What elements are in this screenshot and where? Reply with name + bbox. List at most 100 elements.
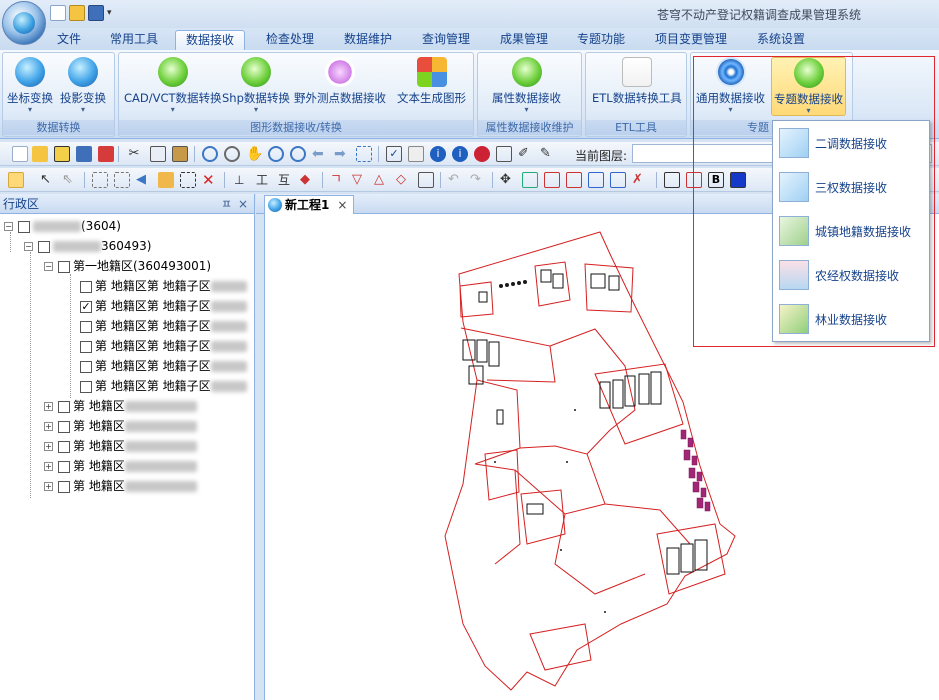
- collapse-icon[interactable]: −: [24, 242, 33, 251]
- zoom-out-icon[interactable]: [290, 146, 306, 162]
- node-edit-icon[interactable]: [522, 172, 538, 188]
- tab-results[interactable]: 成果管理: [490, 30, 558, 50]
- tree-checkbox[interactable]: [18, 220, 30, 233]
- pointer-icon[interactable]: ↖: [40, 172, 56, 188]
- save-icon[interactable]: [76, 146, 92, 162]
- align-icon[interactable]: 工: [256, 172, 272, 188]
- delete-x-icon[interactable]: ✕: [202, 172, 218, 188]
- forward-arrow-icon[interactable]: ➡: [334, 146, 350, 162]
- menu-item-farm-rights[interactable]: 农经权数据接收: [773, 253, 929, 297]
- tree-checkbox[interactable]: [38, 240, 50, 253]
- tree-node[interactable]: − (3604): [4, 216, 121, 236]
- redo-icon[interactable]: ↷: [470, 172, 486, 188]
- tab-project-change[interactable]: 项目变更管理: [645, 30, 737, 50]
- diamond-icon[interactable]: ◇: [396, 172, 412, 188]
- tree-node[interactable]: −360493): [24, 236, 152, 256]
- tab-topic[interactable]: 专题功能: [567, 30, 635, 50]
- application-menu-button[interactable]: [2, 1, 46, 45]
- tree-node[interactable]: 第 地籍区第 地籍子区: [80, 336, 247, 356]
- undo-icon[interactable]: ↶: [448, 172, 464, 188]
- tree-checkbox[interactable]: [58, 260, 70, 273]
- measure-icon[interactable]: ⊥: [234, 172, 250, 188]
- tree-checkbox[interactable]: [58, 460, 70, 473]
- menu-item-erdiao[interactable]: 二调数据接收: [773, 121, 929, 165]
- tree-checkbox-checked[interactable]: ✓: [80, 300, 92, 313]
- full-extent-icon[interactable]: [356, 146, 372, 162]
- tree-node[interactable]: 第 地籍区第 地籍子区: [80, 356, 247, 376]
- expand-icon[interactable]: +: [44, 482, 53, 491]
- menu-item-forestry[interactable]: 林业数据接收: [773, 297, 929, 341]
- triangle-down-icon[interactable]: ▽: [352, 172, 368, 188]
- tree-checkbox[interactable]: [58, 440, 70, 453]
- tree-node[interactable]: + 第 地籍区: [44, 416, 197, 436]
- tab-settings[interactable]: 系统设置: [747, 30, 815, 50]
- tree-node[interactable]: + 第 地籍区: [44, 396, 197, 416]
- tree-checkbox[interactable]: [58, 400, 70, 413]
- expand-icon[interactable]: +: [44, 442, 53, 451]
- copy-icon[interactable]: [150, 146, 166, 162]
- new-file-icon[interactable]: [50, 5, 66, 21]
- back-arrow-icon[interactable]: ⬅: [312, 146, 328, 162]
- field-point-receive-button[interactable]: 野外测点数据接收: [294, 57, 386, 106]
- projection-transform-button[interactable]: 投影变换 ▾: [60, 57, 106, 114]
- pan-hand-icon[interactable]: ✋: [246, 146, 263, 162]
- tree-node[interactable]: + 第 地籍区: [44, 456, 197, 476]
- attribute-receive-button[interactable]: 属性数据接收 ▾: [492, 57, 561, 114]
- tree-checkbox[interactable]: [80, 360, 92, 373]
- tree-checkbox[interactable]: [80, 320, 92, 333]
- close-tab-icon[interactable]: ×: [337, 198, 347, 212]
- tree-node[interactable]: 第 地籍区第 地籍子区: [80, 276, 247, 296]
- tree-node[interactable]: 第 地籍区第 地籍子区: [80, 316, 247, 336]
- zoom-icon[interactable]: [202, 146, 218, 162]
- text-to-graphic-button[interactable]: 文本生成图形: [397, 57, 466, 106]
- pen-icon[interactable]: ✎: [540, 146, 556, 162]
- tab-maintenance[interactable]: 数据维护: [334, 30, 402, 50]
- box-select-icon[interactable]: [92, 172, 108, 188]
- tree-node[interactable]: 第 地籍区第 地籍子区: [80, 376, 247, 396]
- move-icon[interactable]: ✥: [500, 172, 516, 188]
- paste-feature-icon[interactable]: [610, 172, 626, 188]
- qat-dropdown-icon[interactable]: ▾: [107, 5, 115, 21]
- cad-vct-convert-button[interactable]: CAD/VCT数据转换 ▾: [124, 57, 222, 114]
- box-select-alt-icon[interactable]: [114, 172, 130, 188]
- tree-node[interactable]: + 第 地籍区: [44, 476, 197, 496]
- tree-checkbox[interactable]: [80, 280, 92, 293]
- expand-icon[interactable]: +: [44, 462, 53, 471]
- zoom-extent-icon[interactable]: [224, 146, 240, 162]
- close-panel-icon[interactable]: ×: [238, 194, 248, 214]
- etl-convert-button[interactable]: ETL数据转换工具: [592, 57, 682, 106]
- tree-checkbox[interactable]: [58, 480, 70, 493]
- tree-node[interactable]: ✓ 第 地籍区第 地籍子区: [80, 296, 247, 316]
- info-icon[interactable]: i: [430, 146, 446, 162]
- identify-icon[interactable]: [474, 146, 490, 162]
- open-icon[interactable]: [32, 146, 48, 162]
- close-doc-icon[interactable]: [98, 146, 114, 162]
- tab-check[interactable]: 检查处理: [256, 30, 324, 50]
- paste-icon[interactable]: [172, 146, 188, 162]
- edit-doc-icon[interactable]: [408, 146, 424, 162]
- tab-file[interactable]: 文件: [47, 30, 91, 50]
- merge-icon[interactable]: [566, 172, 582, 188]
- tab-common-tools[interactable]: 常用工具: [100, 30, 168, 50]
- fill-icon[interactable]: ◆: [300, 172, 316, 188]
- align-alt-icon[interactable]: 互: [278, 172, 294, 188]
- line-style-icon[interactable]: [664, 172, 680, 188]
- cut-icon[interactable]: ✂: [126, 146, 142, 162]
- save-icon[interactable]: [88, 5, 104, 21]
- flag-icon[interactable]: ◀: [136, 172, 152, 188]
- database-icon[interactable]: [54, 146, 70, 162]
- brush-icon[interactable]: ✐: [518, 146, 534, 162]
- tab-data-receive[interactable]: 数据接收: [175, 30, 246, 50]
- pointer-alt-icon[interactable]: ⇖: [62, 172, 78, 188]
- tab-query[interactable]: 查询管理: [412, 30, 480, 50]
- coordinate-transform-button[interactable]: 坐标变换 ▾: [7, 57, 53, 114]
- menu-item-town-cadastral[interactable]: 城镇地籍数据接收: [773, 209, 929, 253]
- tree-node[interactable]: + 第 地籍区: [44, 436, 197, 456]
- pin-icon[interactable]: ㅍ: [221, 194, 232, 214]
- collapse-icon[interactable]: −: [44, 262, 53, 271]
- layers-icon[interactable]: [158, 172, 174, 188]
- split-icon[interactable]: [544, 172, 560, 188]
- tree-checkbox[interactable]: [58, 420, 70, 433]
- curve-icon[interactable]: ㄱ: [330, 172, 346, 188]
- select-arrow-icon[interactable]: [8, 172, 24, 188]
